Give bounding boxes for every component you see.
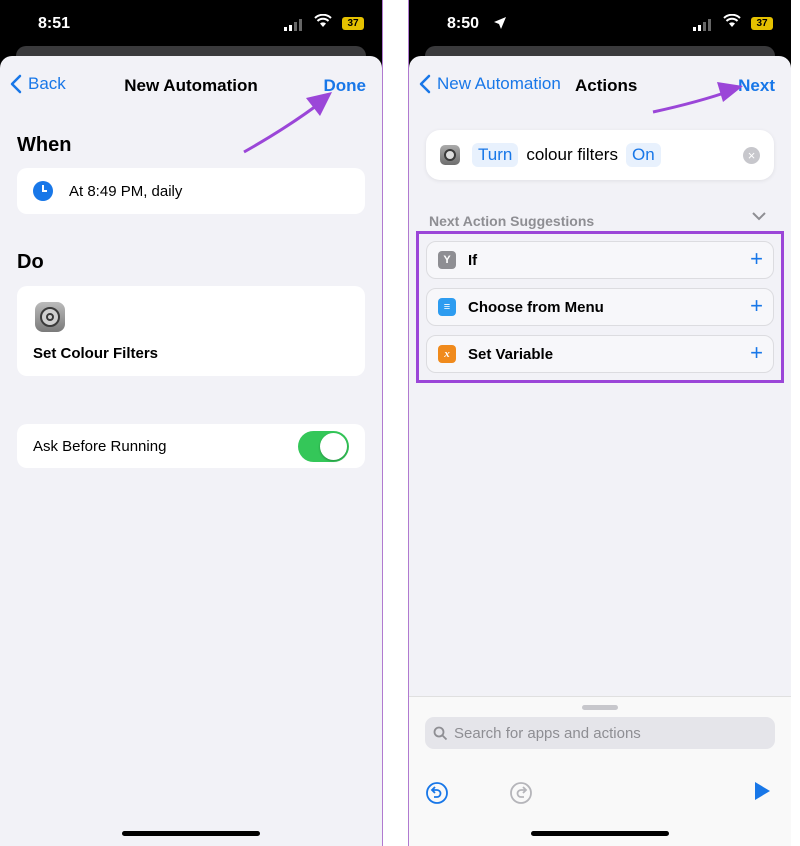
status-time: 8:50 xyxy=(447,15,480,32)
home-indicator xyxy=(531,831,669,836)
wifi-icon xyxy=(314,14,332,27)
do-heading: Do xyxy=(17,251,44,273)
ask-before-running-toggle[interactable] xyxy=(298,430,349,462)
action-object: colour filters xyxy=(526,145,618,164)
action-block[interactable]: Turn colour filters On × xyxy=(426,130,774,180)
actions-sheet: New Automation Actions Next Turn colour … xyxy=(409,56,791,846)
right-phone-screen: 8:50 37 New Automation Actions Next Turn… xyxy=(408,0,791,846)
automation-sheet: Back New Automation Done When At 8:49 PM… xyxy=(0,56,382,846)
redo-icon[interactable] xyxy=(509,781,533,805)
suggestion-label: Set Variable xyxy=(468,345,554,363)
trigger-row[interactable]: At 8:49 PM, daily xyxy=(17,168,365,214)
play-icon[interactable] xyxy=(753,781,771,801)
location-arrow-icon xyxy=(494,17,506,29)
page-title: Actions xyxy=(575,76,638,95)
action-row[interactable]: Set Colour Filters xyxy=(17,286,365,376)
plus-icon[interactable]: + xyxy=(750,342,763,364)
left-phone-screen: 8:51 37 Back New Automation Done When At… xyxy=(0,0,383,846)
back-button[interactable]: New Automation xyxy=(419,74,561,94)
search-field[interactable]: Search for apps and actions xyxy=(425,717,775,749)
ask-before-running-label: Ask Before Running xyxy=(33,437,167,455)
settings-app-icon xyxy=(35,302,65,332)
verb-parameter[interactable]: Turn xyxy=(472,143,519,167)
home-indicator xyxy=(122,831,260,836)
menu-icon: ≡ xyxy=(438,298,456,316)
signal-icon xyxy=(284,19,302,31)
search-icon xyxy=(433,726,448,740)
grabber-handle[interactable] xyxy=(582,705,618,710)
arrow-annotation-icon xyxy=(652,82,743,114)
branch-icon: Y xyxy=(438,251,456,269)
trigger-label: At 8:49 PM, daily xyxy=(69,182,183,200)
status-bar: 8:51 37 xyxy=(0,0,382,52)
suggestion-row[interactable]: ≡ Choose from Menu + xyxy=(426,288,774,326)
search-placeholder: Search for apps and actions xyxy=(454,724,641,742)
plus-icon[interactable]: + xyxy=(750,295,763,317)
variable-icon: x xyxy=(438,345,456,363)
ask-before-running-row: Ask Before Running xyxy=(17,424,365,468)
suggestion-label: If xyxy=(468,251,478,269)
clear-icon[interactable]: × xyxy=(743,147,760,164)
suggestion-row[interactable]: x Set Variable + xyxy=(426,335,774,373)
chevron-down-icon[interactable] xyxy=(751,211,767,221)
wifi-icon xyxy=(723,14,741,27)
status-bar: 8:50 37 xyxy=(409,0,791,52)
suggestions-heading: Next Action Suggestions xyxy=(429,213,595,229)
when-heading: When xyxy=(17,134,72,156)
chevron-left-icon xyxy=(419,74,431,94)
state-parameter[interactable]: On xyxy=(625,143,661,167)
battery-icon: 37 xyxy=(751,17,773,30)
arrow-annotation-icon xyxy=(243,92,332,154)
plus-icon[interactable]: + xyxy=(750,248,763,270)
action-label: Set Colour Filters xyxy=(33,345,159,362)
signal-icon xyxy=(693,19,711,31)
back-label: New Automation xyxy=(437,74,561,93)
undo-icon[interactable] xyxy=(425,781,449,805)
battery-icon: 37 xyxy=(342,17,364,30)
settings-app-icon xyxy=(440,145,460,165)
action-search-panel: Search for apps and actions xyxy=(409,696,791,846)
status-time: 8:51 xyxy=(38,15,71,32)
suggestion-label: Choose from Menu xyxy=(468,298,604,316)
suggestion-row[interactable]: Y If + xyxy=(426,241,774,279)
clock-icon xyxy=(33,181,53,201)
